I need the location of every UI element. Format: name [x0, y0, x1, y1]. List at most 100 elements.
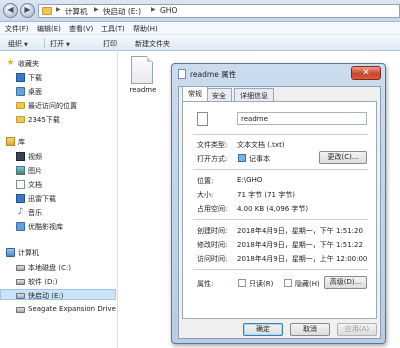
dropdown-arrow-icon: ▼	[24, 42, 28, 48]
ok-button[interactable]: 确定	[243, 323, 283, 336]
address-box[interactable]: ▶ 计算机 ▶ 快启动 (E:) ▶ GHO	[38, 4, 400, 18]
star-icon: ★	[6, 58, 15, 68]
file-icon[interactable]	[131, 56, 153, 84]
sidebar-item-label: 库	[18, 138, 25, 146]
menu-view[interactable]: 查看(V)	[69, 24, 93, 34]
properties-dialog: readme 属性 ✕ 常规 安全 详细信息 readme 文件类型: 文本文档…	[171, 63, 386, 344]
music-icon: ♪	[17, 207, 24, 217]
notepad-icon	[238, 154, 246, 162]
sidebar-item-2345-downloads[interactable]: 2345下载	[0, 114, 116, 125]
advanced-button[interactable]: 高级(D)...	[324, 276, 367, 289]
sidebar-item-computer[interactable]: 计算机	[0, 247, 116, 258]
size-on-disk-label: 占用空间:	[197, 205, 228, 213]
accessed-label: 访问时间:	[197, 255, 228, 263]
file-name-label[interactable]: readme	[127, 86, 159, 94]
dropdown-arrow-icon: ▼	[66, 42, 70, 48]
breadcrumb-drive-e[interactable]: 快启动 (E:)	[103, 6, 141, 17]
folder-icon	[42, 7, 52, 15]
sidebar-item-documents[interactable]: 文档	[0, 179, 116, 190]
close-button[interactable]: ✕	[351, 66, 381, 80]
drive-icon	[16, 307, 25, 313]
organize-button[interactable]: 组织 ▼	[8, 39, 28, 49]
divider	[193, 134, 368, 135]
location-value: E:\GHO	[237, 176, 263, 184]
sidebar-item-favorites[interactable]: ★ 收藏夹	[0, 58, 116, 69]
dialog-title: readme 属性	[190, 70, 237, 79]
library-icon	[6, 137, 15, 146]
forward-button[interactable]: ▶	[20, 3, 35, 18]
breadcrumb-separator-icon: ▶	[94, 6, 99, 13]
menu-file[interactable]: 文件(F)	[5, 24, 29, 34]
breadcrumb-gho[interactable]: GHO	[160, 6, 177, 15]
sidebar-item-seagate-drive[interactable]: Seagate Expansion Drive	[0, 304, 118, 315]
youku-icon	[16, 222, 25, 231]
new-folder-button[interactable]: 新建文件夹	[135, 39, 170, 49]
menu-bar: 文件(F) 编辑(E) 查看(V) 工具(T) 帮助(H)	[0, 22, 400, 35]
sidebar-item-label: 视频	[28, 153, 42, 161]
size-on-disk-value: 4.00 KB (4,096 字节)	[237, 205, 309, 213]
sidebar-item-pictures[interactable]: 图片	[0, 165, 116, 176]
open-label: 打开	[50, 40, 64, 48]
sidebar-item-drive-e[interactable]: 快启动 (E:)	[0, 289, 116, 300]
modified-label: 修改时间:	[197, 241, 228, 249]
size-value: 71 字节 (71 字节)	[237, 191, 295, 199]
sidebar-item-drive-d[interactable]: 软件 (D:)	[0, 276, 116, 287]
readonly-label: 只读(R)	[249, 280, 274, 288]
sidebar-item-recent-places[interactable]: 最近访问的位置	[0, 100, 116, 111]
document-icon	[16, 180, 25, 189]
sidebar-item-label: 软件 (D:)	[28, 278, 58, 286]
menu-tools[interactable]: 工具(T)	[101, 24, 125, 34]
location-label: 位置:	[197, 177, 214, 185]
change-button[interactable]: 更改(C)...	[319, 151, 367, 164]
tab-details[interactable]: 详细信息	[234, 88, 274, 101]
back-button[interactable]: ◀	[3, 3, 18, 18]
opens-with-value: 记事本	[249, 155, 270, 163]
sidebar-item-label: 最近访问的位置	[28, 102, 77, 110]
sidebar-item-label: 文档	[28, 181, 42, 189]
navigation-pane: ★ 收藏夹 下载 桌面 最近访问的位置 2345下载 库 视频 图片 文档 迅雷…	[0, 51, 118, 348]
readonly-checkbox[interactable]	[238, 279, 246, 287]
forward-arrow-icon: ▶	[24, 5, 31, 14]
computer-icon	[6, 248, 15, 257]
sidebar-item-label: 计算机	[18, 249, 39, 257]
menu-help[interactable]: 帮助(H)	[133, 24, 158, 34]
sidebar-item-label: 音乐	[28, 209, 42, 217]
created-label: 创建时间:	[197, 227, 228, 235]
hidden-label: 隐藏(H)	[295, 280, 320, 288]
file-name-field[interactable]: readme	[237, 112, 367, 125]
apply-button[interactable]: 应用(A)	[337, 323, 377, 336]
sidebar-item-label: 本地磁盘 (C:)	[28, 264, 71, 272]
open-button[interactable]: 打开 ▼	[50, 39, 70, 49]
sidebar-item-label: 桌面	[28, 88, 42, 96]
sidebar-item-label: 收藏夹	[18, 60, 39, 68]
command-bar: 组织 ▼ 打开 ▼ 打印 新建文件夹	[0, 35, 400, 51]
drive-icon	[16, 293, 25, 299]
breadcrumb-separator-icon: ▶	[151, 6, 156, 13]
drive-icon	[16, 279, 25, 285]
breadcrumb-separator-icon: ▶	[56, 6, 61, 13]
menu-edit[interactable]: 编辑(E)	[37, 24, 61, 34]
tab-security[interactable]: 安全	[206, 88, 232, 101]
sidebar-item-label: 快启动 (E:)	[28, 292, 64, 300]
modified-value: 2018年4月9日，星期一，下午 1:51:22	[237, 241, 363, 249]
print-button[interactable]: 打印	[103, 39, 117, 49]
divider	[193, 219, 368, 220]
address-bar-area: ◀ ▶ ▶ 计算机 ▶ 快启动 (E:) ▶ GHO	[0, 0, 400, 22]
sidebar-item-youku-library[interactable]: 优酷影视库	[0, 221, 116, 232]
video-icon	[16, 152, 25, 161]
sidebar-item-downloads[interactable]: 下载	[0, 72, 116, 83]
sidebar-item-thunder-downloads[interactable]: 迅雷下载	[0, 193, 116, 204]
cancel-button[interactable]: 取消	[290, 323, 330, 336]
sidebar-item-videos[interactable]: 视频	[0, 151, 116, 162]
tab-general[interactable]: 常规	[182, 86, 208, 101]
sidebar-item-music[interactable]: ♪ 音乐	[0, 207, 116, 218]
sidebar-item-libraries[interactable]: 库	[0, 136, 116, 147]
sidebar-item-drive-c[interactable]: 本地磁盘 (C:)	[0, 262, 116, 273]
hidden-checkbox[interactable]	[284, 279, 292, 287]
breadcrumb-computer[interactable]: 计算机	[65, 6, 88, 17]
text-file-icon	[197, 112, 208, 126]
attributes-label: 属性:	[197, 280, 214, 288]
text-file-icon	[178, 69, 186, 79]
sidebar-item-desktop[interactable]: 桌面	[0, 86, 116, 97]
file-type-label: 文件类型:	[197, 141, 228, 149]
